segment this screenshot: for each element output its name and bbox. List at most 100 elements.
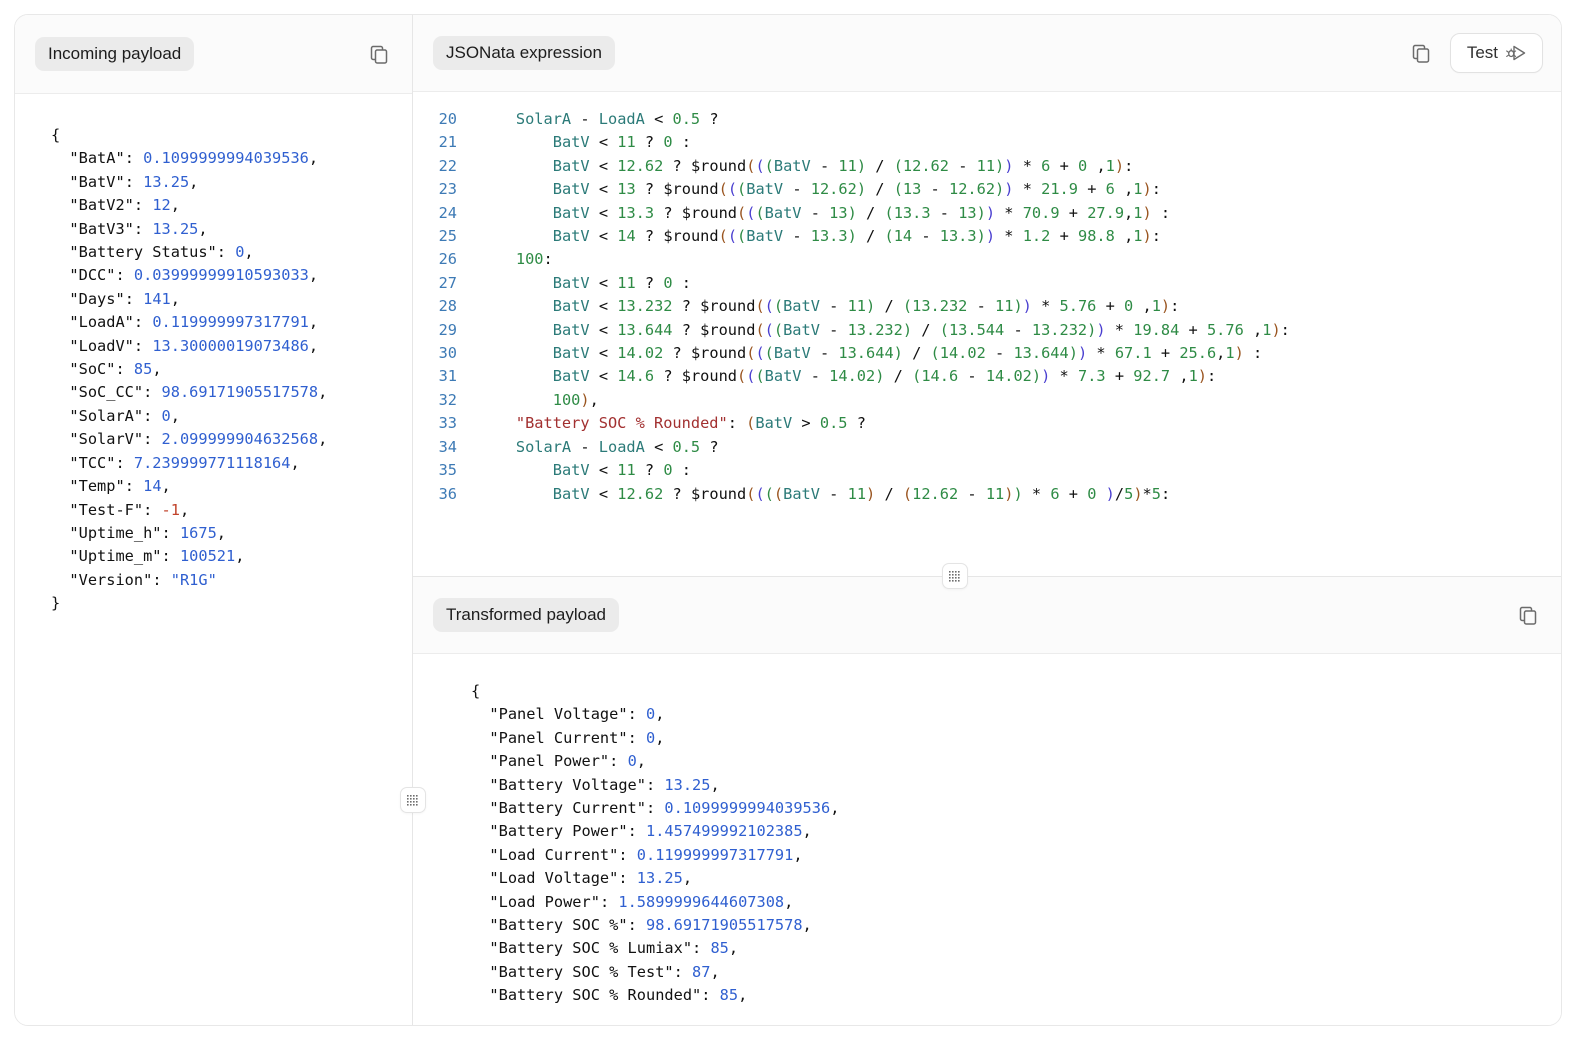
- vertical-splitter-handle[interactable]: [400, 787, 426, 813]
- code-line: 25 BatV < 14 ? $round(((BatV - 13.3) / (…: [413, 225, 1561, 248]
- line-number: 35: [438, 461, 457, 480]
- incoming-payload-header: Incoming payload: [15, 15, 412, 94]
- line-content: BatV < 12.62 ? $round(((BatV - 11) / (12…: [552, 156, 1134, 175]
- line-content: BatV < 14.6 ? $round(((BatV - 14.02) / (…: [552, 367, 1217, 386]
- line-number: 26: [438, 250, 457, 269]
- code-line: 33 "Battery SOC % Rounded": (BatV > 0.5 …: [413, 412, 1561, 435]
- line-number: 29: [438, 320, 457, 339]
- json-line: "Battery SOC %": 98.69171905517578,: [471, 916, 812, 935]
- line-number: 20: [438, 110, 457, 128]
- transformed-payload-header: Transformed payload: [413, 577, 1561, 654]
- line-content: BatV < 13.644 ? $round(((BatV - 13.232) …: [552, 320, 1290, 339]
- line-content: SolarA - LoadA < 0.5 ?: [515, 437, 719, 456]
- line-content: SolarA - LoadA < 0.5 ?: [515, 110, 719, 128]
- code-line: 26 100:: [413, 248, 1561, 271]
- line-content: BatV < 14 ? $round(((BatV - 13.3) / (14 …: [552, 227, 1161, 246]
- json-line: "Battery Voltage": 13.25,: [471, 775, 720, 794]
- copy-expression-button[interactable]: [1406, 38, 1436, 68]
- json-line: {: [471, 682, 481, 700]
- json-line: "SoC": 85,: [51, 360, 162, 379]
- transformed-payload-title: Transformed payload: [433, 597, 620, 633]
- line-content: BatV < 14.02 ? $round(((BatV - 13.644) /…: [552, 344, 1263, 363]
- jsonata-expression-pane: JSONata expression Test 20 SolarA - Load…: [413, 15, 1561, 589]
- line-content: 100:: [515, 250, 553, 269]
- debug-run-icon: [1506, 45, 1526, 61]
- line-number: 27: [438, 273, 457, 292]
- copy-icon: [1412, 44, 1430, 63]
- json-line: "Days": 141,: [51, 289, 180, 308]
- line-content: BatV < 13.232 ? $round(((BatV - 11) / (1…: [552, 297, 1180, 316]
- json-line: "Test-F": -1,: [51, 500, 190, 519]
- code-line: 22 BatV < 12.62 ? $round(((BatV - 11) / …: [413, 155, 1561, 178]
- line-content: 100),: [552, 390, 599, 409]
- horizontal-splitter-handle[interactable]: [942, 563, 968, 589]
- line-number: 36: [438, 484, 457, 503]
- line-number: 23: [438, 180, 457, 199]
- incoming-payload-title: Incoming payload: [35, 36, 195, 72]
- json-line: "Battery SOC % Test": 87,: [471, 962, 720, 981]
- line-number: 28: [438, 297, 457, 316]
- drag-grip-icon: [949, 571, 960, 582]
- json-line: "Version": "R1G": [51, 570, 217, 589]
- incoming-payload-json: { "BatA": 0.1099999994039536, "BatV": 13…: [15, 116, 412, 616]
- jsonata-expression-lines: 20 SolarA - LoadA < 0.5 ? 21 BatV < 11 ? …: [413, 108, 1561, 506]
- json-line: "DCC": 0.03999999910593033,: [51, 266, 319, 285]
- copy-transformed-payload-button[interactable]: [1513, 600, 1543, 630]
- code-line: 35 BatV < 11 ? 0 :: [413, 459, 1561, 482]
- jsonata-editor-window: Incoming payload { "BatA": 0.10999999940…: [14, 14, 1562, 1026]
- copy-incoming-payload-button[interactable]: [364, 39, 394, 69]
- json-line: "Battery Status": 0,: [51, 243, 254, 262]
- line-number: 33: [438, 414, 457, 433]
- line-number: 32: [438, 390, 457, 409]
- json-line: "Battery SOC % Lumiax": 85,: [471, 939, 739, 958]
- code-line: 29 BatV < 13.644 ? $round(((BatV - 13.23…: [413, 319, 1561, 342]
- json-line: "BatA": 0.1099999994039536,: [51, 149, 319, 168]
- code-line: 30 BatV < 14.02 ? $round(((BatV - 13.644…: [413, 342, 1561, 365]
- line-number: 24: [438, 203, 457, 222]
- json-line: "LoadA": 0.119999997317791,: [51, 313, 319, 332]
- transformed-payload-json: { "Panel Voltage": 0, "Panel Current": 0…: [413, 680, 1561, 1008]
- code-line: 20 SolarA - LoadA < 0.5 ?: [413, 108, 1561, 131]
- line-number: 30: [438, 344, 457, 363]
- test-button[interactable]: Test: [1449, 33, 1543, 73]
- code-line: 27 BatV < 11 ? 0 :: [413, 272, 1561, 295]
- code-line: 34 SolarA - LoadA < 0.5 ?: [413, 436, 1561, 459]
- json-line: "Battery SOC % Rounded": 85,: [471, 986, 748, 1005]
- line-number: 34: [438, 437, 457, 456]
- line-content: BatV < 13 ? $round(((BatV - 12.62) / (13…: [552, 180, 1161, 199]
- json-line: "TCC": 7.239999771118164,: [51, 453, 300, 472]
- code-line: 32 100),: [413, 389, 1561, 412]
- json-line: {: [51, 126, 61, 144]
- json-line: "Battery Current": 0.1099999994039536,: [471, 799, 840, 818]
- right-pane: JSONata expression Test 20 SolarA - Load…: [400, 15, 1561, 1025]
- json-line: "SolarA": 0,: [51, 406, 180, 425]
- json-line: "BatV": 13.25,: [51, 172, 199, 191]
- jsonata-expression-title: JSONata expression: [433, 35, 615, 71]
- drag-grip-icon: [407, 795, 418, 806]
- transformed-payload-pane: Transformed payload { "Panel Voltage": 0…: [413, 577, 1561, 1025]
- json-line: "Temp": 14,: [51, 477, 171, 496]
- code-line: 36 BatV < 12.62 ? $round((((BatV - 11) /…: [413, 483, 1561, 506]
- jsonata-expression-header: JSONata expression Test: [413, 15, 1561, 92]
- transformed-payload-code-area[interactable]: { "Panel Voltage": 0, "Panel Current": 0…: [413, 654, 1561, 1025]
- json-line: "SolarV": 2.099999904632568,: [51, 430, 328, 449]
- json-line: "Battery Power": 1.457499992102385,: [471, 822, 812, 841]
- line-number: 21: [438, 133, 457, 152]
- json-line: "Load Power": 1.5899999644607308,: [471, 892, 794, 911]
- json-line: }: [51, 594, 61, 613]
- json-line: "Uptime_h": 1675,: [51, 523, 226, 542]
- code-line: 21 BatV < 11 ? 0 :: [413, 131, 1561, 154]
- code-line: 28 BatV < 13.232 ? $round(((BatV - 11) /…: [413, 295, 1561, 318]
- jsonata-expression-editor[interactable]: 20 SolarA - LoadA < 0.5 ? 21 BatV < 11 ? …: [413, 92, 1561, 576]
- json-line: "BatV3": 13.25,: [51, 219, 208, 238]
- incoming-payload-code-area[interactable]: { "BatA": 0.1099999994039536, "BatV": 13…: [15, 94, 412, 1025]
- line-content: BatV < 11 ? 0 :: [552, 461, 691, 480]
- copy-icon: [370, 45, 388, 64]
- line-number: 25: [438, 227, 457, 246]
- copy-icon: [1519, 606, 1537, 625]
- json-line: "Uptime_m": 100521,: [51, 547, 245, 566]
- line-content: BatV < 12.62 ? $round((((BatV - 11) / (1…: [552, 484, 1171, 503]
- line-number: 22: [438, 156, 457, 175]
- code-line: 24 BatV < 13.3 ? $round(((BatV - 13) / (…: [413, 202, 1561, 225]
- test-button-label: Test: [1466, 43, 1498, 62]
